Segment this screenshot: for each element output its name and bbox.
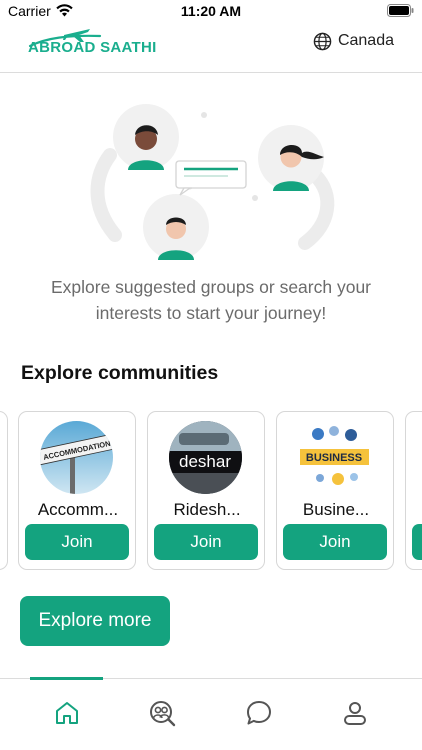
status-bar: Carrier 11:20 AM bbox=[0, 0, 422, 24]
active-tab-indicator bbox=[30, 677, 103, 680]
community-card-partial-right[interactable] bbox=[405, 411, 422, 570]
battery-icon bbox=[387, 4, 414, 17]
bottom-tab-bar bbox=[0, 677, 422, 750]
section-title-explore-communities: Explore communities bbox=[21, 362, 219, 384]
tab-home[interactable] bbox=[53, 699, 81, 727]
home-icon bbox=[56, 702, 78, 724]
region-label: Canada bbox=[337, 32, 394, 49]
region-selector[interactable]: Canada bbox=[313, 30, 394, 52]
person-icon bbox=[344, 702, 366, 725]
tab-groups[interactable] bbox=[148, 699, 176, 727]
logo-wordmark: ABROAD SAATHI bbox=[28, 39, 157, 56]
rideshare-image: deshar bbox=[169, 421, 242, 494]
community-card-rideshare[interactable]: deshar Ridesh... Join bbox=[147, 411, 265, 570]
chat-bubble-icon bbox=[247, 701, 271, 725]
join-button-rideshare[interactable]: Join bbox=[154, 524, 258, 560]
tab-profile[interactable] bbox=[341, 699, 369, 727]
community-card-accommodation[interactable]: ACCOMMODATION Accomm... Join bbox=[18, 411, 136, 570]
app-screen: Carrier 11:20 AM ABROAD SAATHI Canada Ex… bbox=[0, 0, 422, 750]
communities-carousel[interactable]: ACCOMMODATION Accomm... Join deshar Ride… bbox=[0, 411, 422, 571]
business-image-text: BUSINESS bbox=[306, 452, 362, 464]
community-card-title: Accomm... bbox=[37, 500, 119, 519]
app-header: ABROAD SAATHI Canada bbox=[0, 24, 422, 73]
rideshare-image-text: deshar bbox=[179, 452, 231, 471]
tab-chat[interactable] bbox=[245, 699, 273, 727]
community-card-business[interactable]: BUSINESS Busine... Join bbox=[276, 411, 394, 570]
accommodation-sign-image: ACCOMMODATION bbox=[40, 421, 113, 494]
groups-search-icon bbox=[150, 701, 176, 727]
people-chat-illustration bbox=[90, 104, 335, 260]
join-button-accommodation[interactable]: Join bbox=[25, 524, 129, 560]
explore-more-button[interactable]: Explore more bbox=[20, 596, 170, 646]
business-image: BUSINESS bbox=[298, 421, 371, 494]
join-button-partial[interactable] bbox=[412, 524, 422, 560]
hero-message: Explore suggested groups or search your … bbox=[50, 277, 372, 323]
join-button-business[interactable]: Join bbox=[283, 524, 387, 560]
community-card-partial-left[interactable] bbox=[0, 411, 8, 570]
app-logo[interactable]: ABROAD SAATHI bbox=[28, 26, 174, 60]
community-card-title: Busine... bbox=[302, 500, 370, 519]
clock-time: 11:20 AM bbox=[180, 3, 242, 19]
community-card-title: Ridesh... bbox=[173, 500, 241, 519]
globe-icon bbox=[313, 32, 332, 50]
